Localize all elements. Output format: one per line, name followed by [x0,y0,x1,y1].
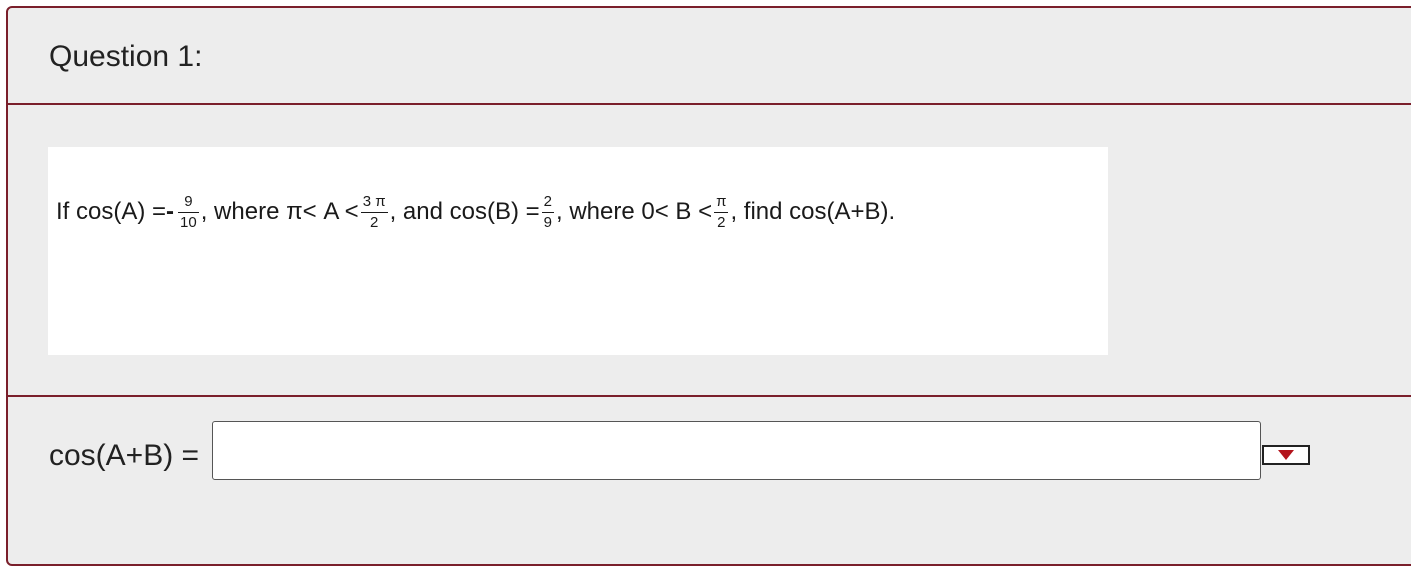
fraction-b-upper-bound: π 2 [714,192,729,231]
negative-sign: - [166,198,175,225]
problem-statement: If cos(A) = - 9 10 , where π< A < 3 π 2 … [56,177,895,247]
fraction-cos-a: 9 10 [178,192,199,231]
fraction-bar [541,211,554,213]
answer-format-dropdown-button[interactable] [1262,445,1310,465]
problem-text-if: If cos(A) = [56,198,167,225]
problem-text-where-b: , where 0< B < [555,198,713,225]
answer-label: cos(A+B) = [49,439,200,472]
dropdown-arrow-icon [1278,450,1294,460]
fraction-numerator: 3 π [362,192,386,210]
problem-text-find: , find cos(A+B). [730,198,896,225]
problem-text-where-a: , where π< A < [200,198,359,225]
fraction-a-upper-bound: 3 π 2 [360,192,388,231]
question-header: Question 1: [8,8,1411,105]
problem-text-and: , and cos(B) = [389,198,540,225]
answer-section: cos(A+B) = [8,397,1411,557]
question-body: If cos(A) = - 9 10 , where π< A < 3 π 2 … [8,105,1411,397]
fraction-bar [178,211,199,213]
fraction-bar [714,211,729,213]
fraction-cos-b: 2 9 [541,192,554,231]
problem-statement-image: If cos(A) = - 9 10 , where π< A < 3 π 2 … [48,147,1108,355]
fraction-denominator: 2 [369,213,379,231]
question-title: Question 1: [49,40,203,73]
fraction-numerator: 9 [184,192,193,210]
fraction-denominator: 10 [180,213,197,231]
fraction-numerator: π [716,192,727,210]
question-card: Question 1: If cos(A) = - 9 10 , where π… [6,6,1411,566]
fraction-denominator: 9 [543,213,552,231]
fraction-denominator: 2 [717,213,726,231]
fraction-bar [360,211,388,213]
answer-input[interactable] [212,421,1261,480]
fraction-numerator: 2 [543,192,552,210]
